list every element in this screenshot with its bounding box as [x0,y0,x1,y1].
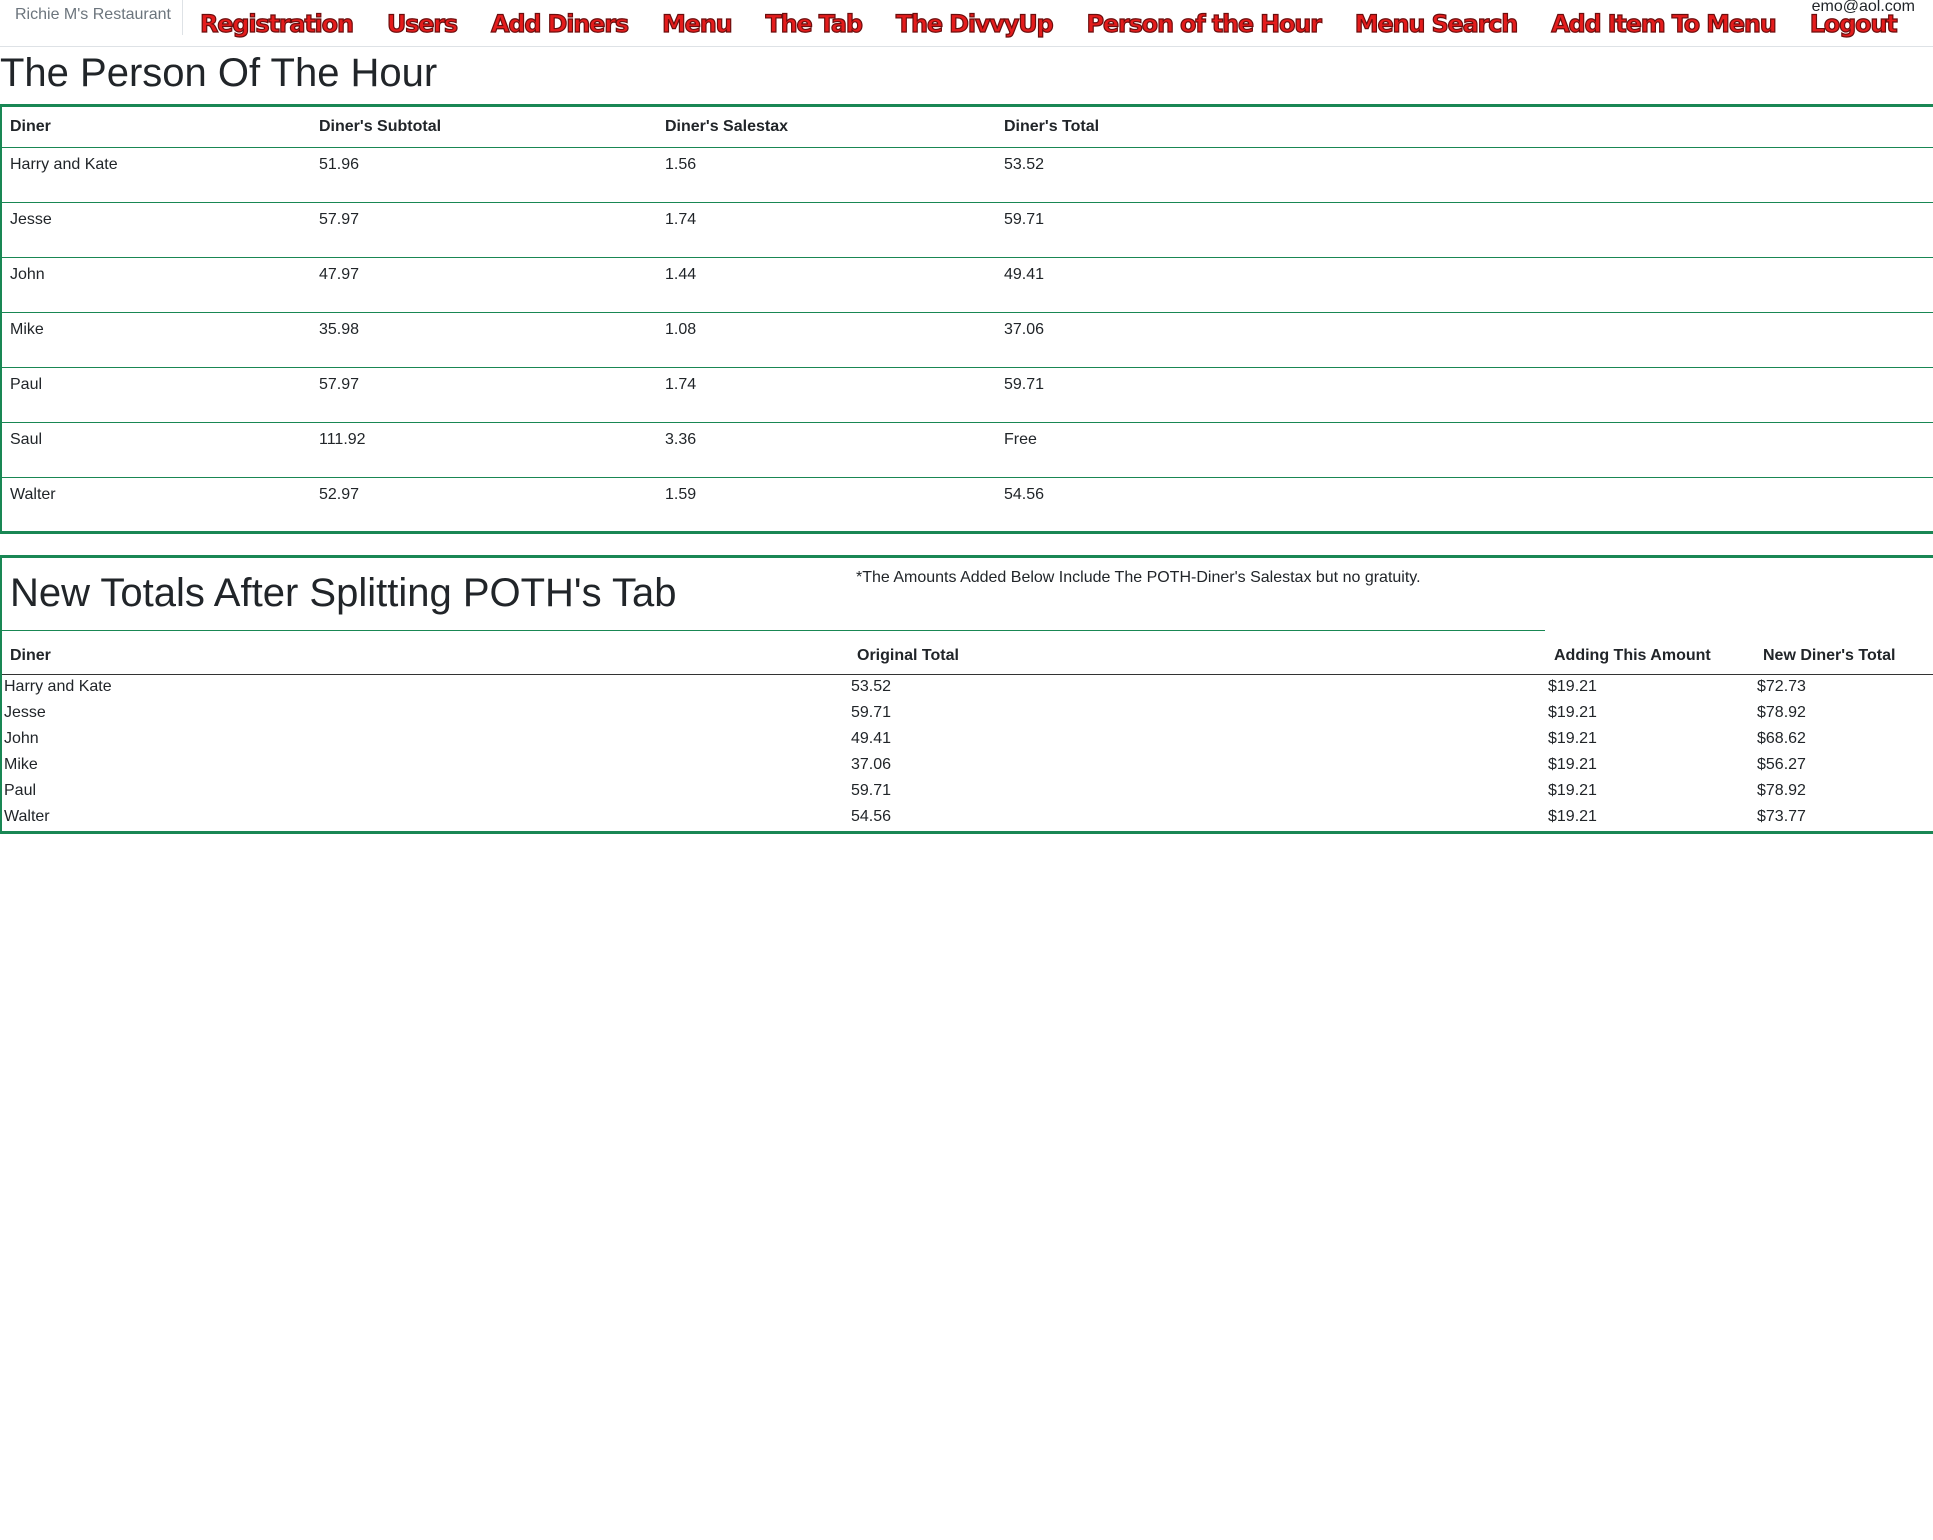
diner-name-cell: John [4,730,39,747]
nav-link-add-diners[interactable]: Add Diners [490,2,629,46]
diner-name-cell: Jesse [1,202,311,258]
diner-name-cell: Walter [1,477,311,533]
total-cell: Free [996,422,1933,478]
new-total-cell: $78.92 [1757,782,1806,799]
subtotal-cell: 52.97 [311,477,657,533]
column-header-diner: Diner [2,638,849,675]
nav-link-menu[interactable]: Menu [661,2,733,46]
diner-name-cell: Harry and Kate [4,678,112,696]
split-note: *The Amounts Added Below Include The POT… [856,569,1421,586]
total-cell: 53.52 [1004,156,1045,173]
poth-table: Diner Diner's Subtotal Diner's Salestax … [0,104,1933,534]
table-row: John 47.97 1.44 49.41 [1,257,1933,313]
split-section-title: New Totals After Splitting POTH's Tab [10,571,677,615]
original-total-cell: 59.71 [851,704,892,721]
column-header-adding-amount: Adding This Amount [1546,638,1755,675]
table-row: Walter 54.56 $19.21 $73.77 [2,804,1933,830]
adding-amount-cell: $19.21 [1548,808,1597,825]
nav-links: Registration Users Add Diners Menu The T… [199,0,1931,47]
diner-name-cell: Paul [4,782,37,799]
subtotal-cell: 57.97 [311,202,657,258]
salestax-cell: 1.74 [657,202,996,258]
adding-amount-cell: $19.21 [1548,730,1597,747]
salestax-cell: 1.59 [657,477,996,533]
table-row: Walter 52.97 1.59 54.56 [1,477,1933,533]
original-total-cell: 53.52 [851,678,892,696]
subtotal-cell: 51.96 [319,156,360,173]
new-total-cell: $56.27 [1757,756,1806,773]
table-header-row: Diner Original Total Adding This Amount … [2,638,1933,675]
page-title: The Person Of The Hour [0,51,438,95]
table-row: Jesse 57.97 1.74 59.71 [1,202,1933,258]
diner-name-cell: Mike [1,312,311,368]
diner-name-cell: Harry and Kate [10,156,118,173]
subtotal-cell: 111.92 [311,422,657,478]
divider [2,630,1545,631]
diner-name-cell: Saul [1,422,311,478]
column-header-total: Diner's Total [996,105,1933,148]
split-section: New Totals After Splitting POTH's Tab *T… [0,555,1933,834]
table-row: Saul 111.92 3.36 Free [1,422,1933,478]
original-total-cell: 49.41 [851,730,892,747]
adding-amount-cell: $19.21 [1548,678,1597,696]
nav-link-the-tab[interactable]: The Tab [765,2,864,46]
total-cell: 37.06 [996,312,1933,368]
diner-name-cell: Jesse [4,704,46,721]
diner-name-cell: Walter [4,808,50,825]
diner-name-cell: Paul [1,367,311,423]
nav-link-add-item-to-menu[interactable]: Add Item To Menu [1551,2,1778,46]
table-row: Jesse 59.71 $19.21 $78.92 [2,700,1933,726]
original-total-cell: 54.56 [851,808,892,825]
nav-link-users[interactable]: Users [386,2,459,46]
column-header-subtotal: Diner's Subtotal [311,105,657,148]
diner-name-cell: Mike [4,756,38,773]
top-navbar: Richie M's Restaurant Registration Users… [0,0,1933,47]
adding-amount-cell: $19.21 [1548,782,1597,799]
nav-link-menu-search[interactable]: Menu Search [1354,2,1519,46]
total-cell: 59.71 [996,202,1933,258]
table-row: Paul 57.97 1.74 59.71 [1,367,1933,423]
nav-link-person-of-the-hour[interactable]: Person of the Hour [1086,2,1323,46]
table-row: Harry and Kate 53.52 $19.21 $72.73 [2,674,1933,700]
new-total-cell: $68.62 [1757,730,1806,747]
column-header-salestax: Diner's Salestax [657,105,996,148]
salestax-cell: 1.56 [665,156,697,173]
original-total-cell: 37.06 [851,756,892,773]
total-cell: 59.71 [996,367,1933,423]
table-row: John 49.41 $19.21 $68.62 [2,726,1933,752]
nav-link-registration[interactable]: Registration [199,2,354,46]
column-header-original-total: Original Total [849,638,1546,675]
column-header-diner: Diner [1,105,311,148]
total-cell: 49.41 [996,257,1933,313]
new-total-cell: $72.73 [1757,678,1806,696]
new-total-cell: $73.77 [1757,808,1806,825]
adding-amount-cell: $19.21 [1548,704,1597,721]
adding-amount-cell: $19.21 [1548,756,1597,773]
subtotal-cell: 35.98 [311,312,657,368]
column-header-new-total: New Diner's Total [1755,638,1933,675]
total-cell: 54.56 [996,477,1933,533]
brand-name[interactable]: Richie M's Restaurant [0,0,183,35]
diner-name-cell: John [1,257,311,313]
table-header-row: Diner Diner's Subtotal Diner's Salestax … [1,105,1933,148]
nav-link-divvyup[interactable]: The DivvyUp [895,2,1054,46]
table-row: Mike 35.98 1.08 37.06 [1,312,1933,368]
salestax-cell: 3.36 [657,422,996,478]
split-table: Diner Original Total Adding This Amount … [2,638,1933,830]
salestax-cell: 1.44 [657,257,996,313]
salestax-cell: 1.74 [657,367,996,423]
table-row: Paul 59.71 $19.21 $78.92 [2,778,1933,804]
subtotal-cell: 47.97 [311,257,657,313]
salestax-cell: 1.08 [657,312,996,368]
subtotal-cell: 57.97 [311,367,657,423]
new-total-cell: $78.92 [1757,704,1806,721]
table-row: Harry and Kate 51.96 1.56 53.52 [1,148,1933,203]
table-row: Mike 37.06 $19.21 $56.27 [2,752,1933,778]
original-total-cell: 59.71 [851,782,892,799]
user-email: emo@aol.com [1811,0,1915,15]
